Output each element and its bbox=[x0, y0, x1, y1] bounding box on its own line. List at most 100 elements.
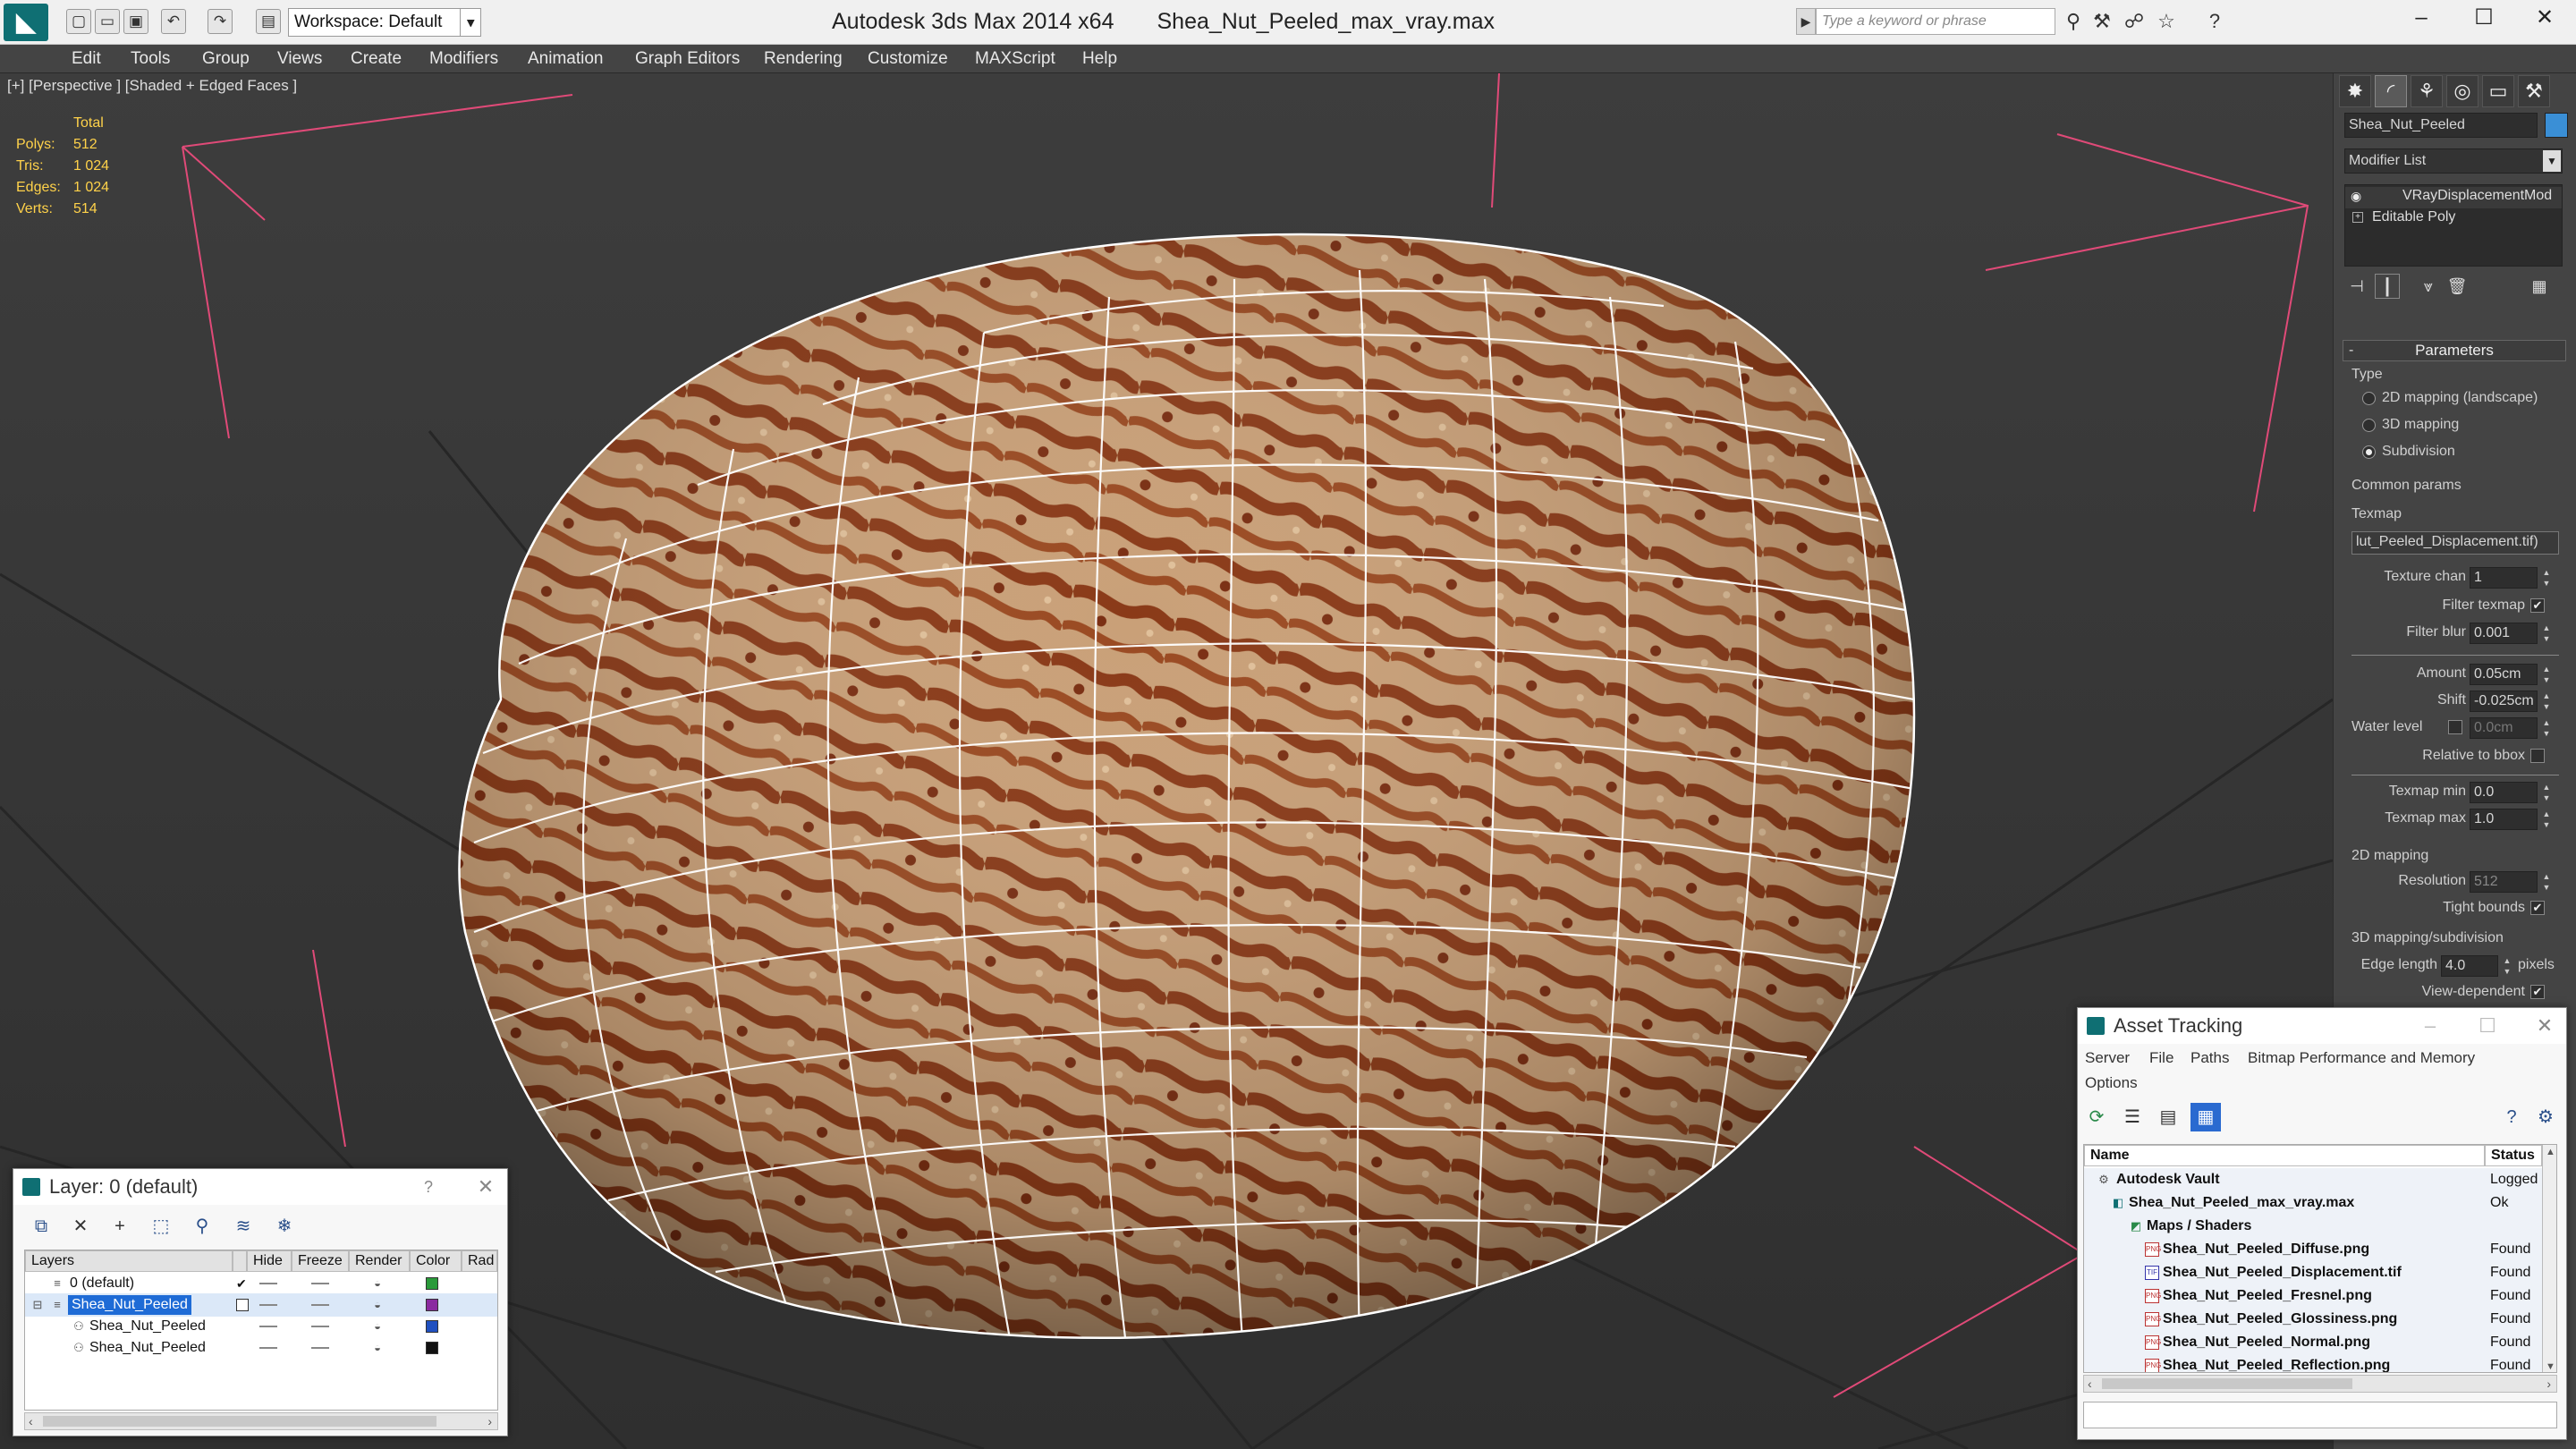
scroll-left-icon[interactable]: ‹ bbox=[29, 1413, 33, 1429]
collapse-icon[interactable]: ⊟ bbox=[30, 1298, 45, 1312]
asset-panel-titlebar[interactable]: Asset Tracking – ☐ ✕ bbox=[2078, 1008, 2566, 1044]
current-layer-checkmark[interactable]: ✔ bbox=[236, 1272, 247, 1295]
layer-color-swatch[interactable] bbox=[426, 1342, 438, 1354]
render-teapot-icon[interactable]: ◒ bbox=[370, 1341, 385, 1355]
render-teapot-icon[interactable]: ◒ bbox=[370, 1276, 385, 1291]
filter-texmap-checkbox[interactable]: ✔ bbox=[2530, 598, 2545, 613]
scroll-right-icon[interactable]: › bbox=[2546, 1376, 2551, 1392]
add-to-layer-icon[interactable]: + bbox=[105, 1212, 135, 1241]
layer-color-swatch[interactable] bbox=[426, 1299, 438, 1311]
table-row[interactable]: ⚙ Autodesk Vault Logged bbox=[2084, 1168, 2542, 1191]
stack-item-editable-poly[interactable]: + Editable Poly bbox=[2345, 208, 2562, 230]
table-view-icon[interactable]: ▤ bbox=[2153, 1103, 2183, 1131]
viewport-label[interactable]: [+] [Perspective ] [Shaded + Edged Faces… bbox=[7, 73, 297, 98]
search-expand-icon[interactable]: ▶ bbox=[1796, 8, 1816, 35]
menu-views[interactable]: Views bbox=[277, 45, 322, 73]
freeze-toggle[interactable] bbox=[311, 1304, 329, 1306]
highlight-layer-icon[interactable]: ⚲ bbox=[187, 1212, 217, 1241]
freeze-all-icon[interactable]: ❄ bbox=[269, 1212, 300, 1241]
resolution-input[interactable]: 512 bbox=[2470, 871, 2538, 893]
asset-menu-options[interactable]: Options bbox=[2085, 1074, 2138, 1092]
remove-modifier-icon[interactable]: 🗑 bbox=[2445, 274, 2470, 299]
spinner-icon[interactable]: ▲ ▼ bbox=[2500, 955, 2514, 977]
lightbulb-icon[interactable]: ◉ bbox=[2351, 189, 2361, 204]
shift-input[interactable]: -0.025cm bbox=[2470, 691, 2538, 712]
menu-customize[interactable]: Customize bbox=[868, 45, 948, 73]
app-logo-icon[interactable]: ◣ bbox=[4, 4, 48, 41]
horizontal-scrollbar[interactable]: ‹ › bbox=[24, 1412, 498, 1430]
parameters-rollout-header[interactable]: - Parameters bbox=[2343, 340, 2566, 361]
radio-3d-mapping[interactable] bbox=[2362, 419, 2376, 432]
help-icon[interactable]: ? bbox=[2202, 9, 2227, 34]
table-row[interactable]: TIF Shea_Nut_Peeled_Displacement.tif Fou… bbox=[2084, 1261, 2542, 1284]
grid-view-icon[interactable]: ▦ bbox=[2190, 1103, 2221, 1131]
object-name-field[interactable]: Shea_Nut_Peeled bbox=[2344, 113, 2538, 138]
undo-icon[interactable]: ↶ bbox=[161, 9, 186, 34]
scroll-down-icon[interactable]: ▼ bbox=[2546, 1361, 2555, 1372]
horizontal-scrollbar[interactable]: ‹ › bbox=[2083, 1375, 2557, 1393]
show-end-result-icon[interactable]: ┃ bbox=[2375, 274, 2400, 299]
water-level-input[interactable]: 0.0cm bbox=[2470, 717, 2538, 739]
table-row[interactable]: PNG Shea_Nut_Peeled_Fresnel.png Found bbox=[2084, 1284, 2542, 1308]
workspace-dropdown[interactable]: Workspace: Default ▼ bbox=[288, 8, 481, 37]
column-header-name[interactable]: Name bbox=[2084, 1145, 2485, 1166]
menu-maxscript[interactable]: MAXScript bbox=[975, 45, 1055, 73]
table-row[interactable]: ◩ Maps / Shaders bbox=[2084, 1215, 2542, 1238]
table-row[interactable]: ≡ 0 (default) ✔ ◒ bbox=[25, 1272, 497, 1295]
edge-length-input[interactable]: 4.0 bbox=[2441, 955, 2498, 977]
scroll-left-icon[interactable]: ‹ bbox=[2088, 1376, 2092, 1392]
menu-create[interactable]: Create bbox=[351, 45, 402, 73]
amount-input[interactable]: 0.05cm bbox=[2470, 664, 2538, 685]
hide-toggle[interactable] bbox=[259, 1283, 277, 1284]
minimize-icon[interactable]: – bbox=[2414, 1008, 2446, 1044]
spinner-icon[interactable]: ▲ ▼ bbox=[2539, 691, 2554, 712]
menu-rendering[interactable]: Rendering bbox=[764, 45, 843, 73]
list-view-icon[interactable]: ☰ bbox=[2117, 1103, 2148, 1131]
freeze-toggle[interactable] bbox=[311, 1326, 329, 1327]
column-header-hide[interactable]: Hide bbox=[247, 1250, 292, 1272]
table-row[interactable]: PNG Shea_Nut_Peeled_Glossiness.png Found bbox=[2084, 1308, 2542, 1331]
asset-menu-server[interactable]: Server bbox=[2085, 1049, 2130, 1067]
delete-layer-icon[interactable]: ✕ bbox=[65, 1212, 96, 1241]
texmap-button[interactable]: lut_Peeled_Displacement.tif) bbox=[2351, 531, 2559, 555]
asset-menu-paths[interactable]: Paths bbox=[2190, 1049, 2229, 1067]
column-header-render[interactable]: Render bbox=[349, 1250, 410, 1272]
new-file-icon[interactable]: ▢ bbox=[66, 9, 91, 34]
water-level-checkbox[interactable] bbox=[2448, 720, 2462, 734]
layer-color-swatch[interactable] bbox=[426, 1277, 438, 1290]
chevron-down-icon[interactable]: ▼ bbox=[2543, 150, 2561, 172]
project-folder-icon[interactable]: ▤ bbox=[256, 9, 281, 34]
menu-edit[interactable]: Edit bbox=[72, 45, 101, 73]
binoculars-icon[interactable]: ⚲ bbox=[2061, 9, 2086, 34]
freeze-toggle[interactable] bbox=[311, 1283, 329, 1284]
save-file-icon[interactable]: ▣ bbox=[123, 9, 148, 34]
hide-all-icon[interactable]: ≋ bbox=[228, 1212, 258, 1241]
spinner-icon[interactable]: ▲ ▼ bbox=[2539, 717, 2554, 739]
render-teapot-icon[interactable]: ◒ bbox=[370, 1298, 385, 1312]
modify-tab-icon[interactable]: ◜ bbox=[2375, 75, 2407, 107]
object-color-swatch[interactable] bbox=[2545, 113, 2568, 138]
close-icon[interactable]: ✕ bbox=[2529, 1008, 2561, 1044]
make-unique-icon[interactable]: ⩔ bbox=[2416, 274, 2441, 299]
stack-item-vray-displacement[interactable]: ◉ VRayDisplacementMod bbox=[2345, 187, 2562, 208]
display-tab-icon[interactable]: ▭ bbox=[2482, 75, 2514, 107]
subscription-icon[interactable]: ⚒ bbox=[2089, 9, 2114, 34]
spinner-icon[interactable]: ▲ ▼ bbox=[2539, 782, 2554, 803]
configure-modifier-sets-icon[interactable]: ▦ bbox=[2527, 274, 2552, 299]
pin-stack-icon[interactable]: ⊣ bbox=[2344, 274, 2369, 299]
maximize-icon[interactable]: ☐ bbox=[2453, 0, 2515, 36]
settings-icon[interactable]: ⚙ bbox=[2530, 1103, 2561, 1131]
select-objects-icon[interactable]: ⬚ bbox=[146, 1212, 176, 1241]
table-row[interactable]: PNG Shea_Nut_Peeled_Diffuse.png Found bbox=[2084, 1238, 2542, 1261]
help-icon[interactable]: ? bbox=[2496, 1103, 2527, 1131]
view-dependent-checkbox[interactable]: ✔ bbox=[2530, 985, 2545, 999]
spinner-icon[interactable]: ▲ ▼ bbox=[2539, 809, 2554, 830]
spinner-icon[interactable]: ▲ ▼ bbox=[2539, 567, 2554, 589]
scroll-right-icon[interactable]: › bbox=[487, 1413, 492, 1429]
menu-group[interactable]: Group bbox=[202, 45, 250, 73]
menu-tools[interactable]: Tools bbox=[131, 45, 170, 73]
layer-color-swatch[interactable] bbox=[426, 1320, 438, 1333]
favorites-star-icon[interactable]: ☆ bbox=[2154, 9, 2179, 34]
current-layer-checkbox[interactable] bbox=[236, 1299, 249, 1311]
menu-animation[interactable]: Animation bbox=[528, 45, 604, 73]
